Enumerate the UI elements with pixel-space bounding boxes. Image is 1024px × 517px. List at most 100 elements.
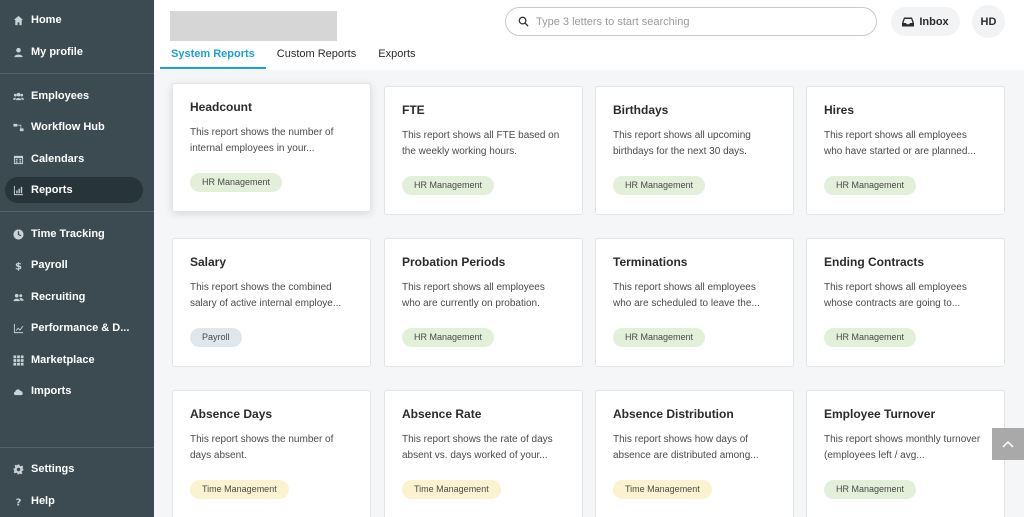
report-card-terminations[interactable]: Terminations This report shows all emplo…: [595, 238, 794, 367]
clock-icon: [12, 228, 24, 240]
reports-grid: Headcount This report shows the number o…: [154, 70, 1024, 517]
report-title: Probation Periods: [402, 255, 506, 269]
dollar-icon: $: [12, 259, 24, 271]
sidebar-divider: [0, 211, 154, 212]
report-description: This report shows all employees who are …: [402, 282, 545, 309]
report-card-salary[interactable]: Salary This report shows the combined sa…: [172, 238, 371, 367]
sidebar-item-label: Performance & D...: [31, 322, 130, 334]
sidebar-item-performance[interactable]: Performance & D...: [5, 315, 143, 341]
svg-text:$: $: [14, 261, 21, 270]
category-badge: Time Management: [190, 480, 289, 499]
report-card-fte[interactable]: FTE This report shows all FTE based on t…: [384, 86, 583, 215]
sidebar-item-label: Home: [31, 14, 62, 26]
sidebar-item-my-profile[interactable]: My profile: [5, 39, 143, 65]
recruiting-icon: [12, 291, 24, 303]
tab-label: Custom Reports: [276, 48, 357, 60]
report-card-birthdays[interactable]: Birthdays This report shows all upcoming…: [595, 86, 794, 215]
performance-icon: [12, 322, 24, 334]
tab-system-reports[interactable]: System Reports: [160, 44, 266, 69]
report-title: Birthdays: [613, 103, 669, 117]
report-title: Headcount: [190, 100, 253, 114]
report-card-absence-days[interactable]: Absence Days This report shows the numbe…: [172, 390, 371, 517]
sidebar-item-marketplace[interactable]: Marketplace: [5, 347, 143, 373]
sidebar-item-label: Recruiting: [31, 291, 86, 303]
sidebar-item-label: My profile: [31, 46, 83, 58]
report-card-hires[interactable]: Hires This report shows all employees wh…: [806, 86, 1005, 215]
home-icon: [12, 14, 24, 26]
sidebar-item-label: Reports: [31, 184, 73, 196]
sidebar-item-reports[interactable]: Reports: [5, 177, 143, 203]
sidebar-item-calendars[interactable]: Calendars: [5, 146, 143, 172]
sidebar-item-label: Employees: [31, 90, 90, 102]
sidebar-item-settings[interactable]: Settings: [5, 456, 143, 482]
category-badge: HR Management: [190, 173, 283, 192]
report-description: This report shows all FTE based on the w…: [402, 130, 560, 157]
user-icon: [12, 46, 24, 58]
tab-label: System Reports: [171, 48, 255, 60]
tab-exports[interactable]: Exports: [367, 44, 426, 69]
tab-custom-reports[interactable]: Custom Reports: [266, 44, 367, 69]
category-badge: Payroll: [190, 328, 242, 347]
category-badge: HR Management: [824, 176, 917, 195]
report-card-ending-contracts[interactable]: Ending Contracts This report shows all e…: [806, 238, 1005, 367]
sidebar-item-label: Calendars: [31, 153, 85, 165]
grid-icon: [12, 354, 24, 366]
report-description: This report shows all employees whose co…: [824, 282, 967, 309]
category-badge: HR Management: [402, 328, 495, 347]
category-badge: HR Management: [824, 480, 917, 499]
sidebar-item-home[interactable]: Home: [5, 7, 143, 33]
sidebar-item-employees[interactable]: Employees: [5, 83, 143, 109]
chart-icon: [12, 184, 24, 196]
sidebar-item-time-tracking[interactable]: Time Tracking: [5, 221, 143, 247]
sidebar-item-imports[interactable]: Imports: [5, 378, 143, 404]
report-title: Absence Days: [190, 407, 273, 421]
sidebar-divider: [0, 73, 154, 74]
tab-label: Exports: [378, 48, 416, 60]
report-card-employee-turnover[interactable]: Employee Turnover This report shows mont…: [806, 390, 1005, 517]
svg-text:?: ?: [15, 497, 21, 506]
category-badge: HR Management: [402, 176, 495, 195]
report-card-absence-rate[interactable]: Absence Rate This report shows the rate …: [384, 390, 583, 517]
category-badge: Time Management: [613, 480, 712, 499]
category-badge: HR Management: [613, 328, 706, 347]
sidebar-item-label: Workflow Hub: [31, 121, 105, 133]
inbox-button[interactable]: Inbox: [891, 7, 960, 36]
report-card-absence-distribution[interactable]: Absence Distribution This report shows h…: [595, 390, 794, 517]
category-badge: Time Management: [402, 480, 501, 499]
search-box[interactable]: [505, 7, 877, 36]
report-description: This report shows all upcoming birthdays…: [613, 130, 751, 157]
search-input[interactable]: [536, 15, 856, 28]
category-badge: HR Management: [824, 328, 917, 347]
sidebar-item-label: Time Tracking: [31, 228, 105, 240]
report-description: This report shows the number of internal…: [190, 127, 334, 154]
search-icon: [518, 16, 529, 27]
report-description: This report shows all employees who are …: [613, 282, 760, 309]
gear-icon: [12, 463, 24, 475]
sidebar-item-help[interactable]: ? Help: [5, 488, 143, 514]
report-title: Absence Rate: [402, 407, 482, 421]
sidebar-item-workflow-hub[interactable]: Workflow Hub: [5, 114, 143, 140]
report-description: This report shows the combined salary of…: [190, 282, 342, 309]
sidebar-item-payroll[interactable]: $ Payroll: [5, 252, 143, 278]
sidebar-item-label: Imports: [31, 385, 72, 397]
sidebar-divider: [0, 447, 154, 448]
workflow-icon: [12, 121, 24, 133]
report-title: Salary: [190, 255, 227, 269]
report-title: Ending Contracts: [824, 255, 925, 269]
users-icon: [12, 90, 24, 102]
sidebar-item-recruiting[interactable]: Recruiting: [5, 284, 143, 310]
report-description: This report shows the rate of days absen…: [402, 434, 553, 461]
report-title: Employee Turnover: [824, 407, 936, 421]
sidebar: Home My profile Employees Workflow Hub C…: [0, 0, 154, 517]
scroll-to-top-button[interactable]: [992, 428, 1024, 460]
company-logo: [170, 11, 337, 41]
inbox-icon: [902, 17, 915, 26]
sidebar-item-label: Help: [31, 495, 55, 507]
sidebar-item-label: Settings: [31, 463, 75, 475]
report-description: This report shows the number of days abs…: [190, 434, 334, 461]
inbox-label: Inbox: [919, 15, 949, 28]
report-card-headcount[interactable]: Headcount This report shows the number o…: [172, 83, 371, 212]
user-avatar[interactable]: HD: [972, 5, 1005, 38]
report-card-probation-periods[interactable]: Probation Periods This report shows all …: [384, 238, 583, 367]
report-description: This report shows monthly turnover (empl…: [824, 434, 981, 461]
